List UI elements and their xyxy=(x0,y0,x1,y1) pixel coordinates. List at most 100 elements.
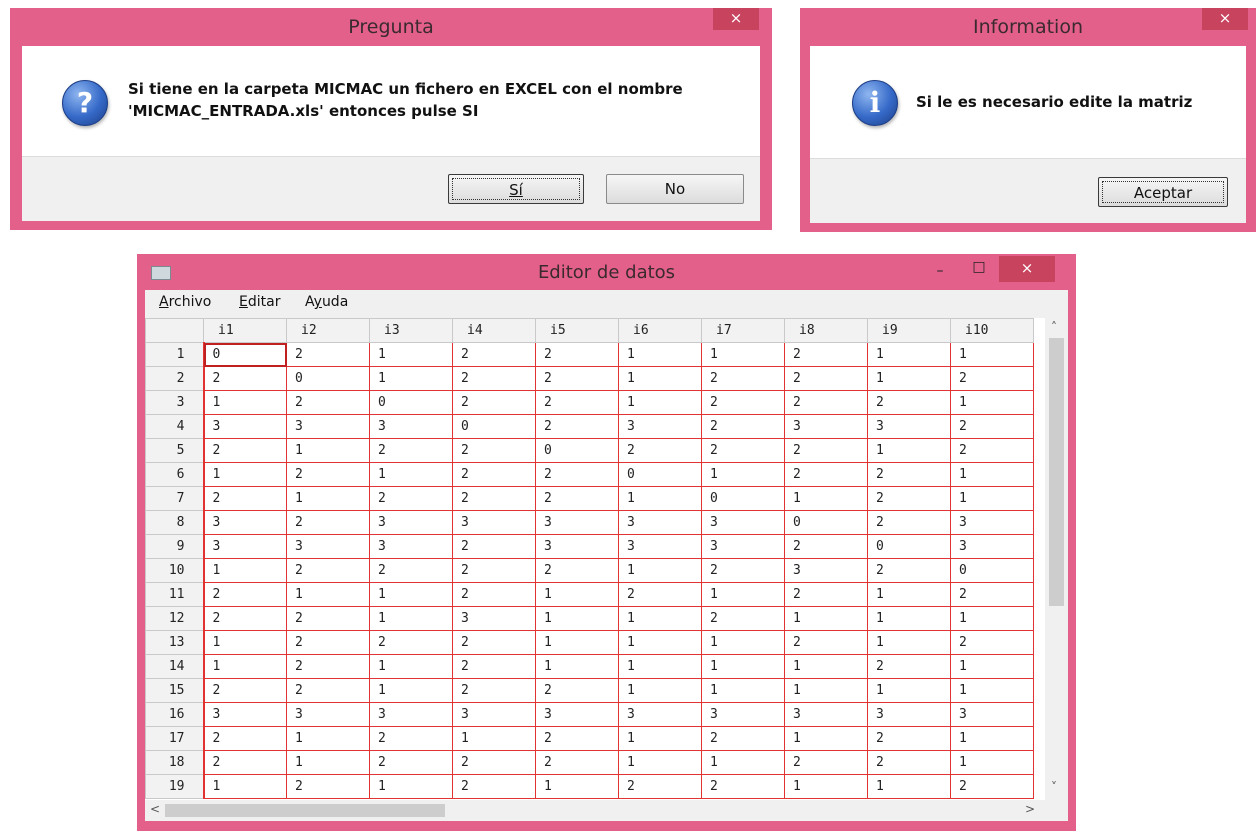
grid-cell[interactable]: 3 xyxy=(950,702,1034,727)
grid-cell[interactable]: 1 xyxy=(203,558,287,583)
grid-cell[interactable]: 2 xyxy=(452,366,536,391)
grid-cell[interactable]: 2 xyxy=(286,654,370,679)
grid-cell[interactable]: 3 xyxy=(784,702,868,727)
grid-cell[interactable]: 1 xyxy=(535,654,619,679)
grid-cell[interactable]: 2 xyxy=(286,774,370,799)
grid-cell[interactable]: 2 xyxy=(286,606,370,631)
grid-cell[interactable]: 1 xyxy=(369,342,453,367)
vertical-scroll-thumb[interactable] xyxy=(1049,338,1064,606)
grid-cell[interactable]: 2 xyxy=(452,462,536,487)
grid-cell[interactable]: 3 xyxy=(286,414,370,439)
grid-cell[interactable]: 2 xyxy=(535,414,619,439)
grid-cell[interactable]: 2 xyxy=(203,438,287,463)
grid-cell[interactable]: 2 xyxy=(867,390,951,415)
column-header[interactable]: i5 xyxy=(535,318,619,343)
grid-cell[interactable]: 2 xyxy=(784,438,868,463)
close-button[interactable]: × xyxy=(999,256,1055,282)
grid-cell[interactable]: 3 xyxy=(618,702,702,727)
ok-button[interactable]: Aceptar xyxy=(1098,177,1228,207)
grid-cell[interactable]: 2 xyxy=(452,390,536,415)
grid-cell[interactable]: 2 xyxy=(701,726,785,751)
grid-cell[interactable]: 2 xyxy=(867,510,951,535)
row-header[interactable]: 13 xyxy=(145,630,205,655)
grid-cell[interactable]: 2 xyxy=(286,678,370,703)
grid-cell[interactable]: 1 xyxy=(286,750,370,775)
grid-cell[interactable]: 2 xyxy=(286,462,370,487)
grid-cell[interactable]: 1 xyxy=(286,486,370,511)
grid-cell[interactable]: 2 xyxy=(286,558,370,583)
grid-cell[interactable]: 1 xyxy=(701,750,785,775)
grid-cell[interactable]: 2 xyxy=(535,390,619,415)
grid-cell[interactable]: 1 xyxy=(535,582,619,607)
grid-cell[interactable]: 1 xyxy=(784,678,868,703)
row-header[interactable]: 16 xyxy=(145,702,205,727)
grid-cell[interactable]: 1 xyxy=(369,774,453,799)
grid-cell[interactable]: 1 xyxy=(701,630,785,655)
grid-cell[interactable]: 2 xyxy=(701,390,785,415)
grid-cell[interactable]: 3 xyxy=(369,702,453,727)
row-header[interactable]: 15 xyxy=(145,678,205,703)
grid-cell[interactable]: 2 xyxy=(950,582,1034,607)
grid-cell[interactable]: 2 xyxy=(535,726,619,751)
row-header[interactable]: 6 xyxy=(145,462,205,487)
grid-cell[interactable]: 2 xyxy=(701,558,785,583)
row-header[interactable]: 1 xyxy=(145,342,205,367)
close-button[interactable]: × xyxy=(1202,8,1248,30)
grid-cell[interactable]: 2 xyxy=(867,654,951,679)
grid-cell[interactable]: 1 xyxy=(950,390,1034,415)
row-header[interactable]: 4 xyxy=(145,414,205,439)
grid-cell[interactable]: 2 xyxy=(950,438,1034,463)
grid-cell[interactable]: 1 xyxy=(867,582,951,607)
grid-cell[interactable]: 1 xyxy=(618,750,702,775)
grid-cell[interactable]: 1 xyxy=(203,462,287,487)
grid-cell[interactable]: 2 xyxy=(452,750,536,775)
grid-cell[interactable]: 1 xyxy=(618,630,702,655)
grid-cell[interactable]: 1 xyxy=(950,342,1034,367)
grid-cell[interactable]: 0 xyxy=(950,558,1034,583)
row-header[interactable]: 17 xyxy=(145,726,205,751)
grid-cell[interactable]: 2 xyxy=(950,366,1034,391)
scroll-right-icon[interactable]: > xyxy=(1025,802,1035,816)
grid-cell[interactable]: 1 xyxy=(452,726,536,751)
grid-cell[interactable]: 3 xyxy=(535,702,619,727)
row-header[interactable]: 18 xyxy=(145,750,205,775)
grid-cell[interactable]: 2 xyxy=(618,774,702,799)
grid-cell[interactable]: 1 xyxy=(618,678,702,703)
grid-cell[interactable]: 2 xyxy=(535,366,619,391)
grid-cell[interactable]: 1 xyxy=(535,630,619,655)
grid-cell[interactable]: 3 xyxy=(369,534,453,559)
grid-cell[interactable]: 2 xyxy=(452,774,536,799)
grid-cell[interactable]: 2 xyxy=(203,606,287,631)
grid-cell[interactable]: 1 xyxy=(618,726,702,751)
grid-cell[interactable]: 3 xyxy=(618,534,702,559)
grid-cell[interactable]: 1 xyxy=(369,606,453,631)
grid-cell[interactable]: 1 xyxy=(950,726,1034,751)
grid-cell[interactable]: 1 xyxy=(203,774,287,799)
grid-cell[interactable]: 1 xyxy=(784,774,868,799)
grid-cell[interactable]: 1 xyxy=(701,462,785,487)
grid-cell[interactable]: 3 xyxy=(369,414,453,439)
grid-cell[interactable]: 1 xyxy=(784,606,868,631)
grid-cell[interactable]: 1 xyxy=(369,582,453,607)
grid-cell[interactable]: 3 xyxy=(618,414,702,439)
close-button[interactable]: × xyxy=(713,8,759,30)
row-header[interactable]: 9 xyxy=(145,534,205,559)
grid-cell[interactable]: 1 xyxy=(618,486,702,511)
grid-cell[interactable]: 2 xyxy=(286,510,370,535)
grid-cell[interactable]: 2 xyxy=(452,438,536,463)
grid-cell[interactable]: 0 xyxy=(286,366,370,391)
yes-button[interactable]: Sí xyxy=(448,174,584,204)
grid-cell[interactable]: 3 xyxy=(203,702,287,727)
grid-cell[interactable]: 1 xyxy=(950,606,1034,631)
grid-cell[interactable]: 3 xyxy=(452,510,536,535)
row-header[interactable]: 12 xyxy=(145,606,205,631)
grid-cell[interactable]: 2 xyxy=(784,534,868,559)
menu-ayuda[interactable]: Ayuda xyxy=(305,294,348,310)
grid-cell[interactable]: 3 xyxy=(286,534,370,559)
grid-cell[interactable]: 1 xyxy=(701,582,785,607)
grid-cell[interactable]: 0 xyxy=(452,414,536,439)
grid-cell[interactable]: 2 xyxy=(701,774,785,799)
grid-cell[interactable]: 1 xyxy=(618,654,702,679)
vertical-scrollbar[interactable]: ˄ ˅ xyxy=(1045,318,1068,800)
grid-cell[interactable]: 2 xyxy=(701,438,785,463)
